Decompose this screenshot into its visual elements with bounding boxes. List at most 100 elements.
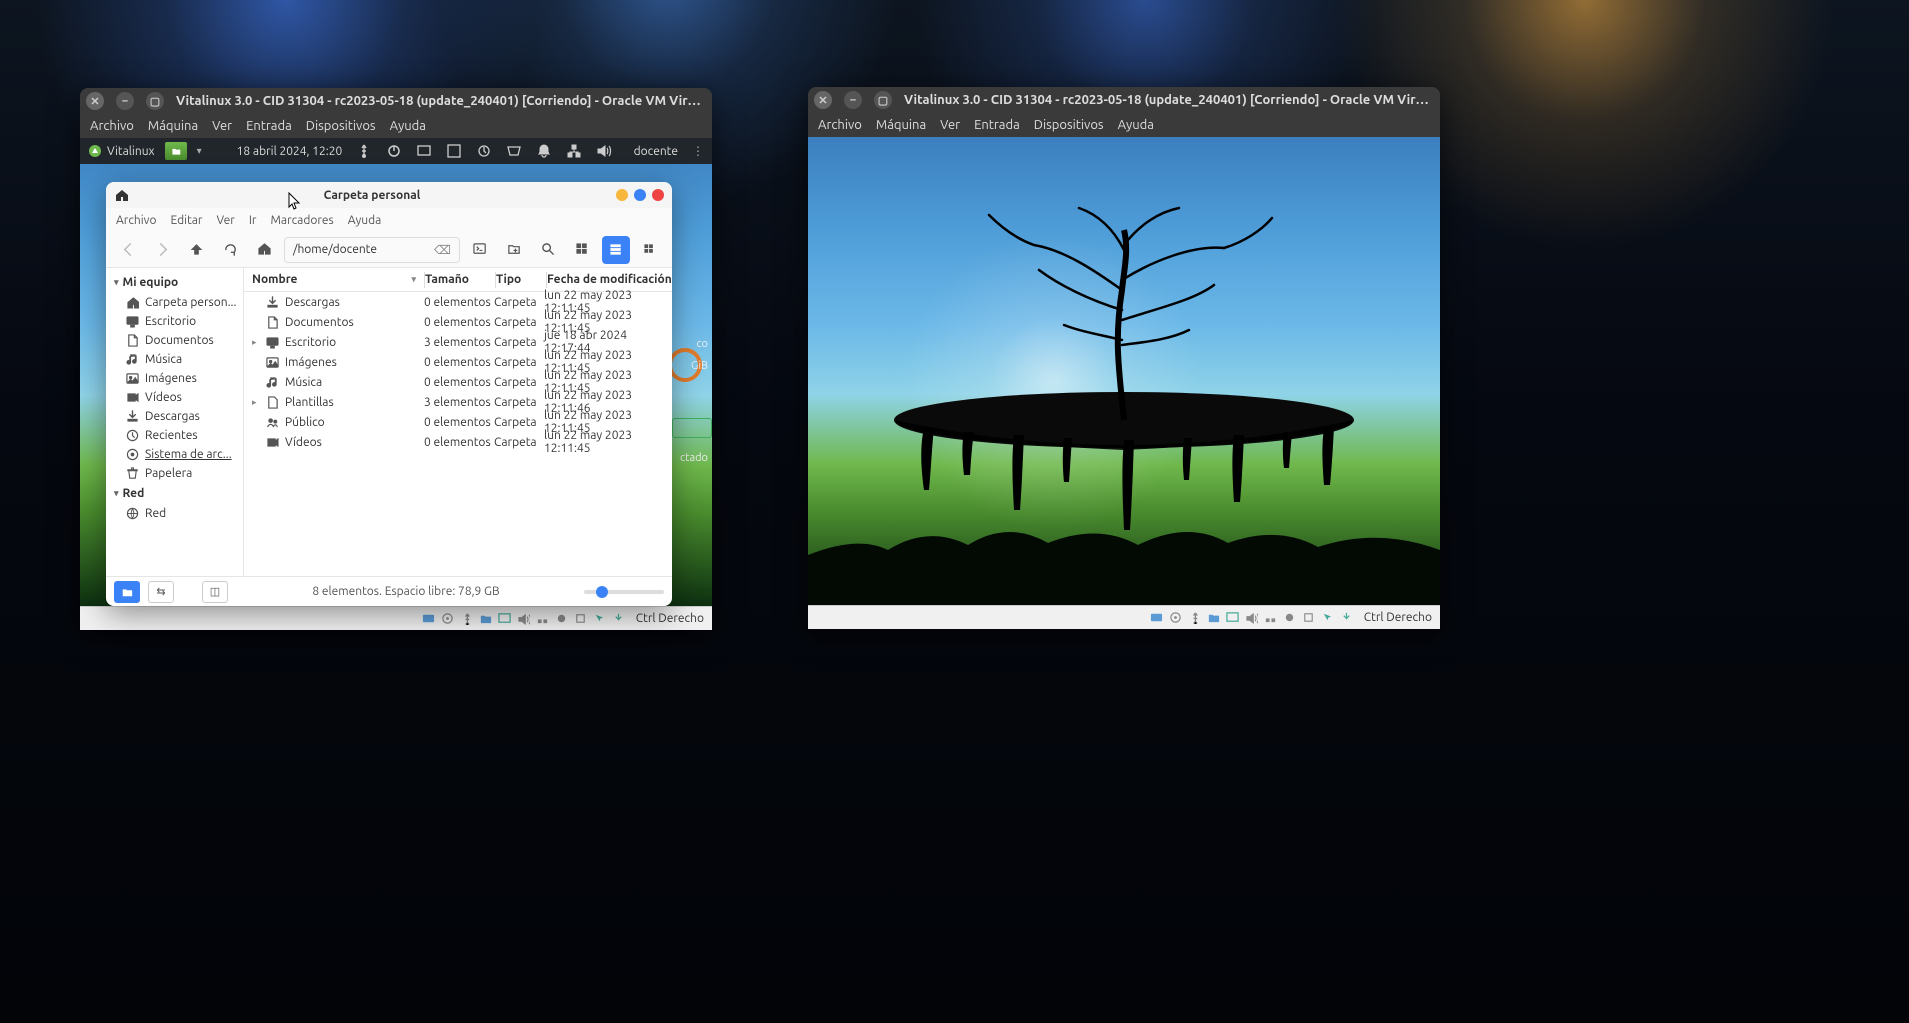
- menu-item-ir[interactable]: Ir: [249, 214, 257, 227]
- vb-mouse-integration-icon[interactable]: [592, 611, 607, 626]
- menu-item-marcadores[interactable]: Marcadores: [270, 214, 333, 227]
- nav-up-button[interactable]: [182, 236, 210, 264]
- col-header-size[interactable]: Tamaño: [425, 273, 495, 286]
- virtualbox-menubar[interactable]: ArchivoMáquinaVerEntradaDispositivosAyud…: [80, 114, 712, 138]
- menu-item-editar[interactable]: Editar: [171, 214, 203, 227]
- status-view-dual-button[interactable]: ◫: [202, 581, 228, 603]
- nav-forward-button[interactable]: [148, 236, 176, 264]
- panel-menu-icon[interactable]: ⋮: [692, 144, 704, 158]
- volume-icon[interactable]: [596, 143, 612, 159]
- menu-item-ayuda[interactable]: Ayuda: [1118, 118, 1154, 132]
- vb-hdd-indicator-icon[interactable]: [421, 611, 436, 626]
- vb-display-indicator-icon[interactable]: [497, 611, 512, 626]
- window-close-button[interactable]: ✕: [814, 91, 832, 109]
- sidebar-item-papelera[interactable]: Papelera: [106, 464, 243, 483]
- sidebar-item-recientes[interactable]: Recientes: [106, 426, 243, 445]
- power-indicator-icon[interactable]: [386, 143, 402, 159]
- menu-item-archivo[interactable]: Archivo: [818, 118, 862, 132]
- sidebar-item-descargas[interactable]: Descargas: [106, 407, 243, 426]
- menu-item-entrada[interactable]: Entrada: [974, 118, 1020, 132]
- vb-optical-indicator-icon[interactable]: [1168, 610, 1183, 625]
- menu-item-entrada[interactable]: Entrada: [246, 119, 292, 133]
- launcher-dropdown-icon[interactable]: ▾: [197, 145, 202, 157]
- sidebar-item-v-deos[interactable]: Vídeos: [106, 388, 243, 407]
- sidebar-group-mi-equipo[interactable]: Mi equipo: [106, 272, 243, 293]
- col-header-name[interactable]: Nombre▾: [244, 273, 424, 286]
- menu-item-dispositivos[interactable]: Dispositivos: [306, 119, 376, 133]
- vb-optical-indicator-icon[interactable]: [440, 611, 455, 626]
- file-manager-window[interactable]: Carpeta personal Archivo Editar Ver Ir Marca…: [106, 182, 672, 606]
- menu-item-máquina[interactable]: Máquina: [148, 119, 198, 133]
- fm-minimize-button[interactable]: [616, 189, 628, 201]
- sidebar-group-red[interactable]: Red: [106, 483, 243, 504]
- screenshot-indicator-icon[interactable]: [446, 143, 462, 159]
- sidebar-item-m-sica[interactable]: Música: [106, 350, 243, 369]
- vb-shared-folder-indicator-icon[interactable]: [478, 611, 493, 626]
- menu-item-ver[interactable]: Ver: [940, 118, 960, 132]
- menu-item-ayuda[interactable]: Ayuda: [348, 214, 382, 227]
- vb-hdd-indicator-icon[interactable]: [1149, 610, 1164, 625]
- window-minimize-button[interactable]: –: [844, 91, 862, 109]
- open-terminal-button[interactable]: [466, 236, 494, 264]
- menu-item-archivo[interactable]: Archivo: [116, 214, 157, 227]
- updates-indicator-icon[interactable]: [476, 143, 492, 159]
- fm-close-button[interactable]: [652, 189, 664, 201]
- fm-file-list[interactable]: Nombre▾ Tamaño Tipo Fecha de modificació…: [244, 268, 672, 576]
- window-maximize-button[interactable]: ▢: [146, 92, 164, 110]
- path-clear-icon[interactable]: ⌫: [434, 243, 451, 257]
- network-indicator-icon[interactable]: [566, 143, 582, 159]
- fm-sidebar[interactable]: Mi equipoCarpeta person...EscritorioDocu…: [106, 268, 244, 576]
- vb-recording-indicator-icon[interactable]: [554, 611, 569, 626]
- nav-home-button[interactable]: [250, 236, 278, 264]
- window-minimize-button[interactable]: –: [116, 92, 134, 110]
- sidebar-item-carpeta-person-[interactable]: Carpeta person...: [106, 293, 243, 312]
- menu-item-ver[interactable]: Ver: [212, 119, 232, 133]
- menu-item-dispositivos[interactable]: Dispositivos: [1034, 118, 1104, 132]
- fm-maximize-button[interactable]: [634, 189, 646, 201]
- vb-display-indicator-icon[interactable]: [1225, 610, 1240, 625]
- menu-item-máquina[interactable]: Máquina: [876, 118, 926, 132]
- zoom-slider[interactable]: [584, 590, 664, 594]
- nav-reload-button[interactable]: [216, 236, 244, 264]
- panel-datetime[interactable]: 18 abril 2024, 12:20: [237, 145, 343, 158]
- user-indicator[interactable]: docente: [626, 145, 678, 158]
- fm-menubar[interactable]: Archivo Editar Ver Ir Marcadores Ayuda: [106, 208, 672, 232]
- file-row[interactable]: Vídeos 0 elementos Carpeta lun 22 may 20…: [244, 432, 672, 452]
- path-entry[interactable]: /home/docente ⌫: [284, 237, 460, 263]
- sidebar-item-escritorio[interactable]: Escritorio: [106, 312, 243, 331]
- vb-cpu-indicator-icon[interactable]: [1301, 610, 1316, 625]
- vb-cpu-indicator-icon[interactable]: [573, 611, 588, 626]
- vm2-titlebar[interactable]: ✕ – ▢ Vitalinux 3.0 - CID 31304 - rc2023…: [808, 87, 1440, 113]
- sidebar-item-documentos[interactable]: Documentos: [106, 331, 243, 350]
- file-manager-launcher[interactable]: [165, 142, 187, 160]
- search-button[interactable]: [534, 236, 562, 264]
- window-maximize-button[interactable]: ▢: [874, 91, 892, 109]
- vb-network-indicator-icon[interactable]: [535, 611, 550, 626]
- vb-keyboard-indicator-icon[interactable]: [1339, 610, 1354, 625]
- notifications-icon[interactable]: [536, 143, 552, 159]
- vb-audio-indicator-icon[interactable]: [516, 611, 531, 626]
- vm1-titlebar[interactable]: ✕ – ▢ Vitalinux 3.0 - CID 31304 - rc2023…: [80, 88, 712, 114]
- view-grid-button[interactable]: [568, 236, 596, 264]
- col-header-type[interactable]: Tipo: [496, 273, 546, 286]
- new-folder-button[interactable]: [500, 236, 528, 264]
- vb-shared-folder-indicator-icon[interactable]: [1206, 610, 1221, 625]
- col-header-date[interactable]: Fecha de modificación: [547, 273, 672, 286]
- virtualbox-menubar[interactable]: Archivo Máquina Ver Entrada Dispositivos Ayud…: [808, 113, 1440, 137]
- start-menu-button[interactable]: Vitalinux: [88, 144, 155, 158]
- sidebar-item-sistema-de-arc-[interactable]: Sistema de arc...: [106, 445, 243, 464]
- display-indicator-icon[interactable]: [416, 143, 432, 159]
- vb-network-indicator-icon[interactable]: [1263, 610, 1278, 625]
- sidebar-item-im-genes[interactable]: Imágenes: [106, 369, 243, 388]
- status-view-folder-button[interactable]: [114, 581, 140, 603]
- sidebar-item-red[interactable]: Red: [106, 504, 243, 523]
- menu-item-ver[interactable]: Ver: [216, 214, 234, 227]
- fm-titlebar[interactable]: Carpeta personal: [106, 182, 672, 208]
- nav-back-button[interactable]: [114, 236, 142, 264]
- vb-recording-indicator-icon[interactable]: [1282, 610, 1297, 625]
- vb-usb-indicator-icon[interactable]: [1187, 610, 1202, 625]
- vb-audio-indicator-icon[interactable]: [1244, 610, 1259, 625]
- guest-screen-2[interactable]: [808, 137, 1440, 605]
- vb-keyboard-indicator-icon[interactable]: [611, 611, 626, 626]
- status-view-tree-button[interactable]: ⇆: [148, 581, 174, 603]
